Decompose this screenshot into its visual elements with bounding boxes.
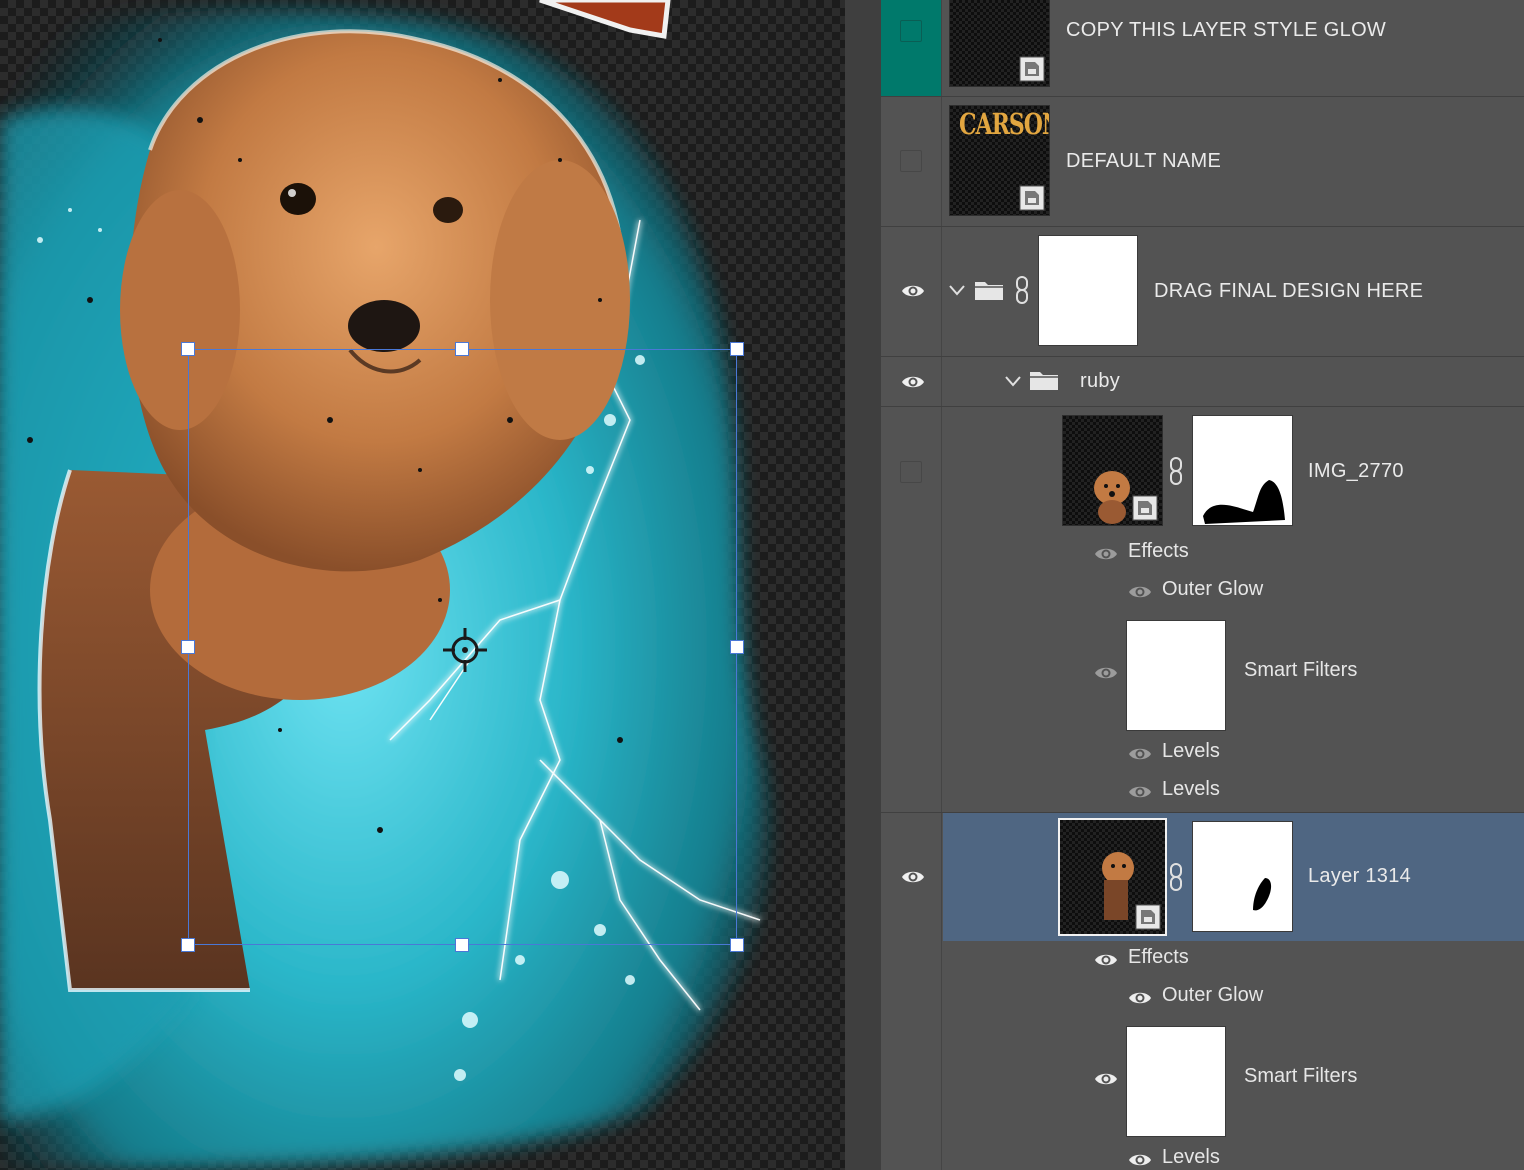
eye-icon[interactable] bbox=[1094, 665, 1118, 681]
link-chain-icon[interactable] bbox=[1169, 457, 1183, 485]
visibility-toggle-off[interactable] bbox=[900, 150, 922, 172]
layer-mask-thumbnail[interactable] bbox=[1192, 415, 1293, 526]
smart-filters-thumbnail[interactable] bbox=[1126, 1026, 1226, 1137]
chevron-down-icon[interactable] bbox=[949, 284, 965, 296]
eye-icon[interactable] bbox=[1128, 584, 1152, 600]
folder-icon bbox=[975, 282, 1003, 300]
layer-row-copy-style[interactable]: COPY THIS LAYER STYLE GLOW bbox=[881, 0, 1524, 97]
layers-panel[interactable]: COPY THIS LAYER STYLE GLOW CARSON DEFAUL… bbox=[881, 0, 1524, 1170]
smart-object-icon bbox=[1135, 904, 1161, 930]
layer-row-layer1314[interactable]: Layer 1314 Effects Outer Glow Smart Filt… bbox=[881, 813, 1524, 1170]
layer-thumbnail[interactable] bbox=[1062, 415, 1163, 526]
layer-name: ruby bbox=[1080, 370, 1121, 392]
effects-label: Effects bbox=[1128, 946, 1189, 968]
layer-visibility-column[interactable] bbox=[881, 407, 942, 812]
panel-gutter bbox=[845, 0, 881, 1170]
layer-visibility-column[interactable] bbox=[881, 227, 942, 356]
dog-thumbnail-image bbox=[1094, 471, 1130, 524]
smart-object-icon bbox=[1132, 495, 1158, 521]
layer-visibility-column[interactable] bbox=[881, 357, 942, 406]
layer-row-ruby[interactable]: ruby bbox=[881, 357, 1524, 407]
layer-name: COPY THIS LAYER STYLE GLOW bbox=[1066, 19, 1387, 41]
layer-name: DEFAULT NAME bbox=[1066, 150, 1222, 172]
layer-mask-thumbnail[interactable] bbox=[1192, 821, 1293, 932]
link-chain-icon[interactable] bbox=[1169, 863, 1183, 891]
eye-icon[interactable] bbox=[901, 283, 925, 299]
layer-visibility-column[interactable] bbox=[881, 97, 942, 226]
smart-filters-label: Smart Filters bbox=[1244, 659, 1358, 681]
layer-name: Layer 1314 bbox=[1308, 865, 1412, 887]
visibility-toggle-off[interactable] bbox=[900, 20, 922, 42]
eye-icon[interactable] bbox=[1128, 746, 1152, 762]
smart-filters-thumbnail[interactable] bbox=[1126, 620, 1226, 731]
filter-levels-label: Levels bbox=[1162, 1146, 1220, 1168]
transform-handle-top-right[interactable] bbox=[730, 342, 744, 356]
layer-mask-thumbnail[interactable] bbox=[1038, 235, 1138, 346]
eye-icon[interactable] bbox=[1128, 1152, 1152, 1168]
layer-row-default-name[interactable]: CARSON DEFAULT NAME bbox=[881, 97, 1524, 227]
eye-icon[interactable] bbox=[1128, 990, 1152, 1006]
visibility-toggle-off[interactable] bbox=[900, 461, 922, 483]
filter-levels-label: Levels bbox=[1162, 778, 1220, 800]
eye-icon[interactable] bbox=[901, 869, 925, 885]
layer-row-img2770[interactable]: IMG_2770 Effects Outer Glow Smart Filter… bbox=[881, 407, 1524, 813]
transform-handle-bottom-center[interactable] bbox=[455, 938, 469, 952]
transform-handle-middle-right[interactable] bbox=[730, 640, 744, 654]
layer-thumbnail[interactable]: CARSON bbox=[949, 105, 1050, 216]
transform-handle-top-left[interactable] bbox=[181, 342, 195, 356]
outer-glow-label: Outer Glow bbox=[1162, 578, 1264, 600]
layer-thumbnail[interactable] bbox=[1058, 818, 1167, 936]
transform-handle-bottom-right[interactable] bbox=[730, 938, 744, 952]
smart-object-icon bbox=[1019, 185, 1045, 211]
eye-icon[interactable] bbox=[1128, 784, 1152, 800]
smart-object-icon bbox=[1019, 56, 1045, 82]
dog-thumbnail-image bbox=[1102, 852, 1134, 920]
eye-icon[interactable] bbox=[1094, 546, 1118, 562]
transform-handle-bottom-left[interactable] bbox=[181, 938, 195, 952]
filter-levels-label: Levels bbox=[1162, 740, 1220, 762]
thumbnail-text: CARSON bbox=[959, 108, 1049, 142]
eye-icon[interactable] bbox=[901, 374, 925, 390]
layer-name: DRAG FINAL DESIGN HERE bbox=[1154, 280, 1424, 302]
effects-label: Effects bbox=[1128, 540, 1189, 562]
eye-icon[interactable] bbox=[1094, 1071, 1118, 1087]
mask-shape bbox=[1253, 878, 1272, 911]
transform-handle-top-center[interactable] bbox=[455, 342, 469, 356]
layer-visibility-column[interactable] bbox=[881, 813, 942, 1170]
document-canvas[interactable] bbox=[0, 0, 845, 1170]
folder-icon bbox=[1030, 372, 1058, 390]
layer-row-drag-final[interactable]: DRAG FINAL DESIGN HERE bbox=[881, 227, 1524, 357]
eye-icon[interactable] bbox=[1094, 952, 1118, 968]
smart-filters-label: Smart Filters bbox=[1244, 1065, 1358, 1087]
link-chain-icon[interactable] bbox=[1015, 276, 1029, 304]
layer-visibility-column[interactable] bbox=[881, 0, 942, 96]
transform-handle-middle-left[interactable] bbox=[181, 640, 195, 654]
layer-thumbnail[interactable] bbox=[949, 0, 1050, 87]
crosshair-icon[interactable] bbox=[441, 626, 489, 674]
layer-name: IMG_2770 bbox=[1308, 460, 1404, 482]
outer-glow-label: Outer Glow bbox=[1162, 984, 1264, 1006]
chevron-down-icon[interactable] bbox=[1005, 375, 1021, 387]
mask-shape bbox=[1203, 480, 1285, 524]
